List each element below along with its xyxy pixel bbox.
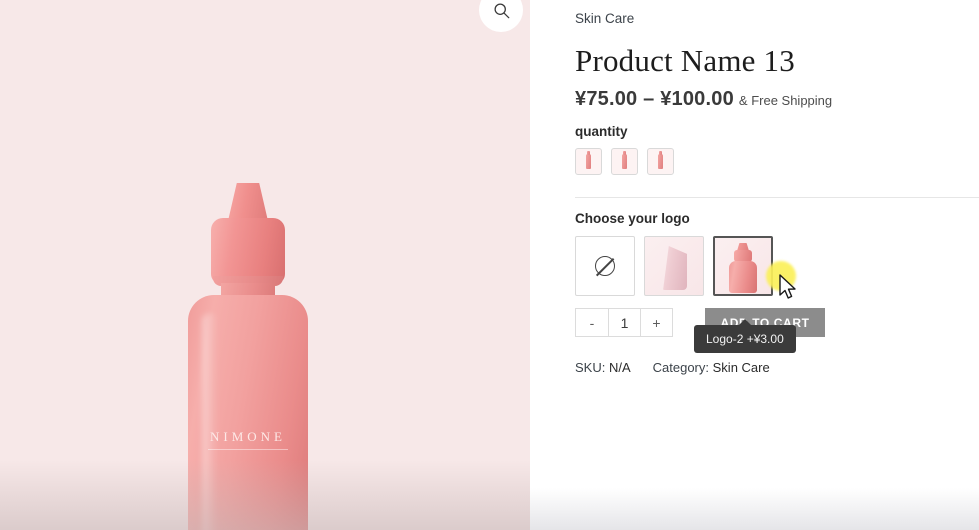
- tube-thumbnail-icon: [663, 246, 687, 290]
- no-entry-icon: [595, 256, 615, 276]
- quantity-stepper: - 1 +: [575, 308, 673, 337]
- section-divider: [575, 197, 979, 198]
- quantity-swatch-2[interactable]: [611, 148, 638, 175]
- logo-option-1[interactable]: [644, 236, 704, 296]
- bottle-thumbnail-icon: [586, 151, 591, 169]
- bottle-thumbnail-icon: [622, 151, 627, 169]
- category-label: Category:: [652, 360, 710, 375]
- bottle-collar: [211, 218, 285, 284]
- product-gallery[interactable]: NIMONE: [0, 0, 530, 530]
- breadcrumb[interactable]: Skin Care: [575, 10, 979, 28]
- bottle-highlight: [202, 313, 218, 530]
- quantity-swatch-row: [575, 148, 979, 175]
- bottle-thumbnail-icon: [728, 243, 758, 293]
- quantity-input[interactable]: 1: [608, 309, 640, 336]
- product-price: ¥75.00 – ¥100.00: [575, 88, 734, 110]
- product-meta: SKU: N/A Category: Skin Care: [575, 360, 979, 375]
- category-value[interactable]: Skin Care: [713, 360, 770, 375]
- sku-value: N/A: [608, 360, 631, 375]
- quantity-attribute-label: quantity: [575, 124, 628, 139]
- product-summary: Skin Care Product Name 13 ¥75.00 – ¥100.…: [530, 0, 979, 530]
- sku-label: SKU:: [575, 360, 606, 375]
- quantity-swatch-3[interactable]: [647, 148, 674, 175]
- click-highlight: [766, 261, 796, 291]
- bottle-nozzle: [228, 183, 268, 221]
- bottle-sub-rule: [208, 449, 288, 450]
- bottle-thumbnail-icon: [658, 151, 663, 169]
- logo-attribute-label: Choose your logo: [575, 211, 690, 226]
- product-image-bottle: NIMONE: [188, 183, 308, 530]
- quantity-swatch-1[interactable]: [575, 148, 602, 175]
- price-row: ¥75.00 – ¥100.00 & Free Shipping: [575, 88, 979, 111]
- sku-meta: SKU: N/A: [575, 360, 631, 375]
- product-page: NIMONE Skin Care Product Name 13 ¥75.00 …: [0, 0, 979, 530]
- quantity-increment-button[interactable]: +: [640, 309, 672, 336]
- category-meta: Category: Skin Care: [653, 360, 770, 375]
- page-title: Product Name 13: [575, 43, 795, 78]
- logo-option-none[interactable]: [575, 236, 635, 296]
- shipping-note: & Free Shipping: [738, 93, 833, 108]
- logo-option-2[interactable]: [713, 236, 773, 296]
- quantity-decrement-button[interactable]: -: [576, 309, 608, 336]
- logo-tooltip: Logo-2 +¥3.00: [694, 319, 796, 353]
- bottle-brand-label: NIMONE: [210, 429, 286, 444]
